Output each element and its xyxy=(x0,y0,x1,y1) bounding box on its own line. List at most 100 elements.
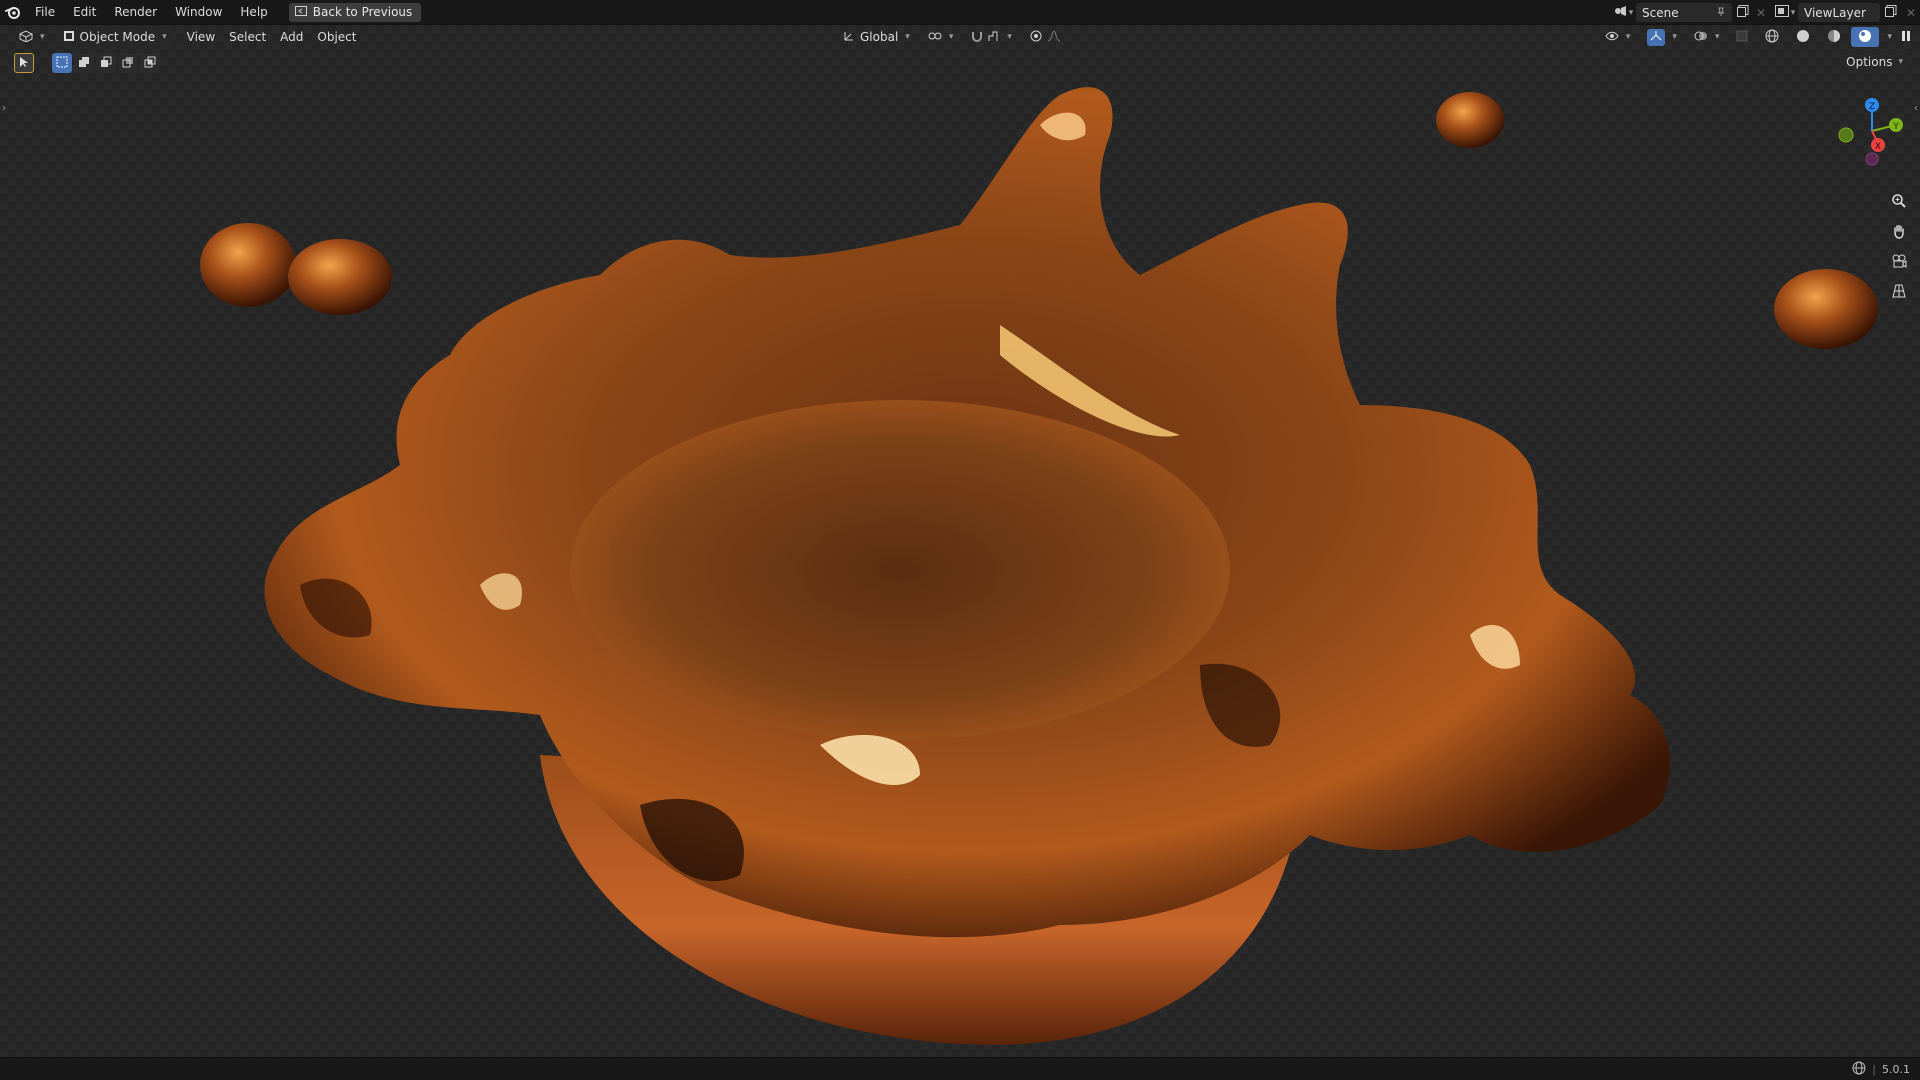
scene-name-field[interactable]: Scene xyxy=(1636,3,1732,22)
menu-edit[interactable]: Edit xyxy=(64,0,105,25)
select-extend-button[interactable] xyxy=(74,53,94,73)
globe-icon[interactable] xyxy=(1852,1061,1866,1078)
scene-selector-button[interactable]: ▾ xyxy=(1612,3,1634,22)
chevron-down-icon: ▾ xyxy=(1790,7,1796,18)
back-to-previous-button[interactable]: Back to Previous xyxy=(288,2,422,22)
zoom-button[interactable] xyxy=(1887,190,1911,214)
gizmo-toggle[interactable]: ▾ xyxy=(1640,27,1684,47)
select-subtract-icon xyxy=(100,56,112,71)
options-dropdown[interactable]: Options ▾ xyxy=(1839,52,1910,72)
chevron-down-icon: ▾ xyxy=(905,32,910,42)
chevron-down-icon: ▾ xyxy=(1625,32,1631,42)
cursor-arrow-icon xyxy=(19,56,29,71)
select-extend-icon xyxy=(78,56,90,71)
editor-type-button[interactable]: ▾ xyxy=(12,27,52,47)
perspective-toggle-button[interactable] xyxy=(1887,280,1911,304)
pivot-point-dropdown[interactable]: ▾ xyxy=(921,27,961,47)
menu-file[interactable]: File xyxy=(26,0,64,25)
top-bar: File Edit Render Window Help Back to Pre… xyxy=(0,0,1920,25)
3d-viewport-icon xyxy=(18,29,34,45)
material-preview-button[interactable] xyxy=(1820,27,1848,47)
transform-orientation-label: Global xyxy=(860,30,899,44)
options-label: Options xyxy=(1846,55,1893,69)
chevron-down-icon: ▾ xyxy=(1628,7,1634,18)
delete-view-layer-button[interactable]: ✕ xyxy=(1902,3,1920,22)
solid-sphere-icon xyxy=(1796,29,1810,46)
rendered-sphere-icon xyxy=(1858,29,1872,46)
xray-icon xyxy=(1736,30,1748,45)
duplicate-icon xyxy=(1737,5,1749,20)
overlays-icon xyxy=(1694,30,1708,45)
select-invert-button[interactable] xyxy=(118,53,138,73)
menu-select[interactable]: Select xyxy=(222,27,273,47)
chevron-down-icon: ▾ xyxy=(1007,32,1012,42)
gizmo-negative-y-ball[interactable] xyxy=(1838,127,1854,143)
solid-shading-button[interactable] xyxy=(1789,27,1817,47)
new-view-layer-button[interactable] xyxy=(1880,3,1902,22)
toolbar-expand-arrow-icon[interactable]: › xyxy=(2,103,6,114)
scene-icon xyxy=(1613,5,1627,20)
overlays-toggle[interactable]: ▾ xyxy=(1687,27,1727,47)
chevron-down-icon: ▾ xyxy=(40,32,45,42)
scene-name: Scene xyxy=(1642,5,1679,20)
back-to-previous-label: Back to Previous xyxy=(312,5,413,19)
navigation-gizmo[interactable]: Z Y X xyxy=(1832,91,1912,171)
sidebar-expand-arrow-icon[interactable]: ‹ xyxy=(1914,103,1918,114)
status-bar: | 5.0.1 xyxy=(0,1057,1920,1080)
version-label: 5.0.1 xyxy=(1882,1062,1910,1076)
eye-icon xyxy=(1605,30,1619,45)
tool-settings-row xyxy=(14,53,160,73)
wireframe-sphere-icon xyxy=(1765,29,1779,46)
view-layer-selector-button[interactable]: ▾ xyxy=(1774,3,1796,22)
snap-increment-icon xyxy=(988,30,1000,45)
select-tool-button[interactable] xyxy=(14,53,34,73)
falloff-curve-icon xyxy=(1047,29,1061,45)
wireframe-shading-button[interactable] xyxy=(1758,27,1786,47)
pause-render-button[interactable] xyxy=(1898,27,1914,47)
menu-render[interactable]: Render xyxy=(105,0,166,25)
pan-button[interactable] xyxy=(1887,220,1911,244)
close-icon: ✕ xyxy=(1905,5,1917,20)
menu-view[interactable]: View xyxy=(180,27,222,47)
transform-orientation-dropdown[interactable]: Global ▾ xyxy=(836,27,917,47)
navigation-buttons xyxy=(1887,190,1911,304)
gizmo-icon xyxy=(1647,28,1666,46)
select-subtract-button[interactable] xyxy=(96,53,116,73)
select-new-button[interactable] xyxy=(52,53,72,73)
rendered-shading-button[interactable] xyxy=(1851,27,1880,47)
view-layer-name: ViewLayer xyxy=(1804,5,1866,20)
menu-window[interactable]: Window xyxy=(166,0,231,25)
duplicate-icon xyxy=(1885,5,1897,20)
blender-logo-icon[interactable] xyxy=(0,0,26,25)
snap-toggle[interactable]: ▾ xyxy=(964,27,1019,47)
menu-add[interactable]: Add xyxy=(273,27,310,47)
camera-view-button[interactable] xyxy=(1887,250,1911,274)
visibility-dropdown[interactable]: ▾ xyxy=(1598,27,1638,47)
link-icon xyxy=(928,30,942,45)
delete-scene-button[interactable]: ✕ xyxy=(1754,3,1768,22)
back-screen-icon xyxy=(294,5,307,19)
menu-help[interactable]: Help xyxy=(231,0,276,25)
proportional-dot-icon xyxy=(1030,30,1042,45)
select-intersect-button[interactable] xyxy=(140,53,160,73)
hand-icon xyxy=(1891,223,1907,242)
select-new-icon xyxy=(56,56,68,71)
chevron-down-icon: ▾ xyxy=(948,32,954,42)
orientation-axes-icon xyxy=(843,30,855,45)
view-layer-name-field[interactable]: ViewLayer xyxy=(1798,3,1880,22)
new-scene-button[interactable] xyxy=(1732,3,1754,22)
gizmo-negative-x-ball[interactable] xyxy=(1865,152,1879,166)
pin-icon[interactable] xyxy=(1716,6,1726,20)
shading-options-dropdown[interactable]: ▾ xyxy=(1882,27,1895,47)
3d-viewport[interactable]: ▾ Object Mode ▾ View Select Add Object G… xyxy=(0,25,1920,1057)
xray-toggle[interactable] xyxy=(1729,27,1755,47)
status-divider: | xyxy=(1872,1062,1876,1076)
menu-object[interactable]: Object xyxy=(310,27,363,47)
top-right-controls: ▾ Scene ✕ ▾ ViewLayer ✕ xyxy=(1612,0,1920,25)
select-invert-icon xyxy=(122,56,134,71)
proportional-editing-toggle[interactable] xyxy=(1023,27,1068,47)
object-mode-dropdown[interactable]: Object Mode ▾ xyxy=(55,27,174,47)
magnet-icon xyxy=(971,30,983,45)
chevron-down-icon: ▾ xyxy=(1714,32,1720,42)
zoom-icon xyxy=(1891,193,1907,212)
